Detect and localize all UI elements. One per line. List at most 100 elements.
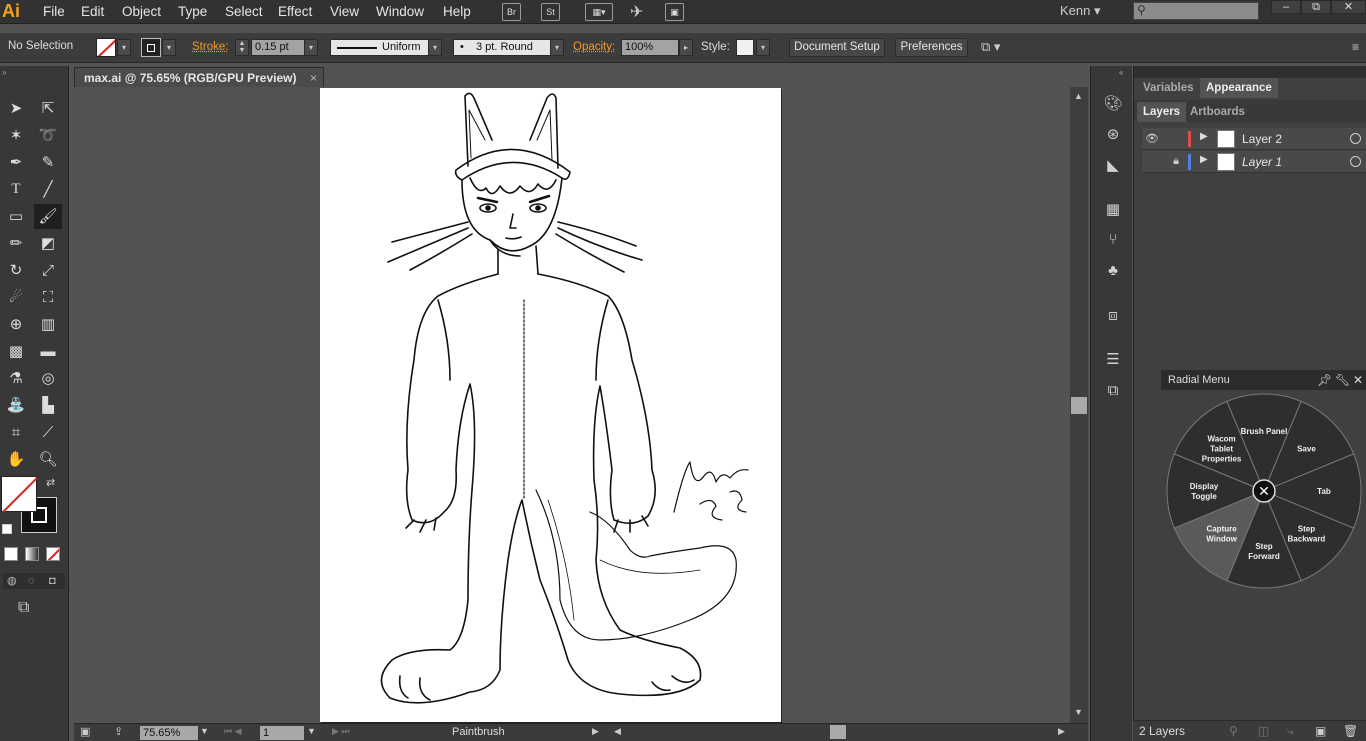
menu-select[interactable]: Select bbox=[225, 0, 263, 24]
lasso-tool-icon[interactable]: ➰ bbox=[34, 123, 62, 148]
color-guide-icon[interactable]: ⊛ bbox=[1102, 124, 1124, 146]
opacity-field[interactable]: 100% bbox=[621, 39, 679, 56]
layer-row-layer-2[interactable]: 👁 ▶ Layer 2 bbox=[1142, 128, 1366, 150]
layer-row-layer-1[interactable]: 🔒︎ ▶ Layer 1 bbox=[1142, 151, 1366, 173]
swatches-icon[interactable]: ▦ bbox=[1102, 199, 1124, 221]
menu-edit[interactable]: Edit bbox=[81, 0, 104, 24]
scale-tool-icon[interactable]: ⤢ bbox=[34, 258, 62, 283]
opacity-label[interactable]: Opacity: bbox=[573, 41, 615, 53]
menu-file[interactable]: File bbox=[43, 0, 65, 24]
close-document-icon[interactable]: × bbox=[310, 68, 317, 88]
artboard[interactable] bbox=[320, 88, 781, 722]
eyedropper-tool-icon[interactable]: ⚗ bbox=[2, 366, 30, 391]
zoom-field[interactable]: 75.65% bbox=[140, 726, 198, 740]
fill-color-box[interactable] bbox=[1, 476, 38, 513]
pin-icon[interactable]: 📌︎ bbox=[1317, 370, 1332, 390]
column-graph-tool-icon[interactable]: ▙ bbox=[34, 393, 62, 418]
panel-menu-icon[interactable]: ≡ bbox=[1352, 40, 1359, 54]
menu-help[interactable]: Help bbox=[443, 0, 471, 24]
gpu-icon[interactable]: ▣ bbox=[80, 725, 90, 738]
bridge-button[interactable]: Br bbox=[502, 3, 521, 21]
locate-object-icon[interactable]: ⚲ bbox=[1229, 721, 1238, 741]
draw-inside-icon[interactable]: ◘ bbox=[49, 573, 56, 589]
screen-mode-icon[interactable]: ⧉ bbox=[18, 599, 29, 617]
gradient-panel-icon[interactable]: ◣ bbox=[1102, 155, 1124, 177]
new-layer-icon[interactable]: ▣ bbox=[1315, 721, 1326, 741]
line-segment-tool-icon[interactable]: ╱ bbox=[34, 177, 62, 202]
stroke-weight-field[interactable]: 0.15 pt bbox=[251, 39, 305, 56]
radial-close-icon[interactable]: ✕ bbox=[1258, 484, 1270, 500]
share-icon[interactable]: ⇪ bbox=[114, 725, 123, 738]
new-sublayer-icon[interactable]: ⤷ bbox=[1287, 721, 1294, 741]
settings-wrench-icon[interactable]: 🔧︎ bbox=[1335, 370, 1350, 390]
direct-selection-tool-icon[interactable]: ⇱ bbox=[34, 96, 62, 121]
help-search-input[interactable]: ⚲ bbox=[1133, 2, 1259, 20]
visibility-eye-icon[interactable]: 👁 bbox=[1145, 132, 1159, 145]
gpu-performance-icon[interactable]: ✈ bbox=[630, 2, 643, 22]
draw-normal-icon[interactable]: ◍ bbox=[7, 573, 17, 589]
document-tab[interactable]: max.ai @ 75.65% (RGB/GPU Preview) × bbox=[74, 67, 324, 88]
close-radial-icon[interactable]: ✕ bbox=[1353, 370, 1363, 390]
stroke-swatch[interactable] bbox=[141, 38, 161, 57]
rotate-tool-icon[interactable]: ↻ bbox=[2, 258, 30, 283]
horizontal-scroll-thumb[interactable] bbox=[830, 725, 846, 739]
graphic-style-swatch[interactable] bbox=[736, 39, 754, 56]
document-setup-button[interactable]: Document Setup bbox=[789, 38, 885, 57]
delete-layer-icon[interactable]: 🗑︎ bbox=[1343, 721, 1358, 741]
tab-appearance[interactable]: Appearance bbox=[1200, 78, 1278, 98]
curvature-tool-icon[interactable]: ✎ bbox=[34, 150, 62, 175]
tab-layers[interactable]: Layers bbox=[1137, 102, 1187, 122]
mesh-tool-icon[interactable]: ▩ bbox=[2, 339, 30, 364]
arrange-icon[interactable]: ⧉ ▾ bbox=[981, 39, 1000, 55]
none-mode-icon[interactable] bbox=[46, 547, 60, 561]
minimize-button[interactable]: – bbox=[1271, 0, 1301, 14]
perspective-grid-tool-icon[interactable]: ▥ bbox=[34, 312, 62, 337]
swap-fill-stroke-icon[interactable]: ⇄ bbox=[46, 476, 55, 489]
drawing-modes[interactable]: ◍ ◌ ◘ bbox=[3, 573, 65, 589]
expand-layer-icon[interactable]: ▶ bbox=[1200, 154, 1208, 165]
profile-dropdown[interactable]: ▾ bbox=[428, 39, 442, 56]
scroll-left-icon[interactable]: ◀ bbox=[614, 726, 621, 737]
menu-object[interactable]: Object bbox=[122, 0, 161, 24]
vertical-scroll-thumb[interactable] bbox=[1071, 397, 1087, 414]
next-artboard-icon[interactable]: ▶ ⏭ bbox=[332, 726, 350, 737]
selection-tool-icon[interactable]: ➤ bbox=[2, 96, 30, 121]
draw-behind-icon[interactable]: ◌ bbox=[28, 573, 35, 589]
workspace-switch-icon[interactable]: ▣ bbox=[665, 3, 684, 21]
clipping-mask-icon[interactable]: ◫ bbox=[1258, 721, 1269, 741]
artboard-tool-icon[interactable]: ⌗ bbox=[2, 420, 30, 445]
stroke-weight-dropdown[interactable]: ▾ bbox=[304, 39, 318, 56]
symbols-icon[interactable]: ♣ bbox=[1102, 260, 1124, 282]
blend-tool-icon[interactable]: ◎ bbox=[34, 366, 62, 391]
rectangle-tool-icon[interactable]: ▭ bbox=[2, 204, 30, 229]
arrange-documents-icon[interactable]: ▦▾ bbox=[585, 3, 613, 21]
menu-effect[interactable]: Effect bbox=[278, 0, 312, 24]
pathfinder-icon[interactable]: ⧉ bbox=[1102, 380, 1124, 402]
stock-button[interactable]: St bbox=[541, 3, 560, 21]
scroll-right-icon[interactable]: ▶ bbox=[1058, 726, 1065, 737]
zoom-tool-icon[interactable]: 🔍︎ bbox=[34, 447, 62, 472]
tab-artboards[interactable]: Artboards bbox=[1184, 102, 1251, 122]
collapse-dock-icon[interactable]: « bbox=[1119, 68, 1123, 77]
zoom-dropdown-icon[interactable]: ▼ bbox=[200, 726, 209, 736]
paintbrush-tool-icon[interactable]: 🖌 bbox=[34, 204, 62, 229]
scroll-down-icon[interactable]: ▼ bbox=[1074, 707, 1083, 717]
type-tool-icon[interactable]: T bbox=[2, 177, 30, 202]
symbol-sprayer-tool-icon[interactable]: ⛲ bbox=[2, 393, 30, 418]
gradient-mode-icon[interactable] bbox=[25, 547, 39, 561]
shape-builder-tool-icon[interactable]: ⊕ bbox=[2, 312, 30, 337]
user-account[interactable]: Kenn ▾ bbox=[1060, 0, 1101, 22]
color-panel-icon[interactable]: 🎨︎ bbox=[1102, 93, 1124, 115]
stroke-weight-stepper[interactable]: ▲ ▼ bbox=[235, 39, 249, 56]
menu-view[interactable]: View bbox=[330, 0, 359, 24]
menu-type[interactable]: Type bbox=[178, 0, 207, 24]
stroke-label[interactable]: Stroke: bbox=[192, 41, 228, 53]
pencil-tool-icon[interactable]: ✏ bbox=[2, 231, 30, 256]
hand-tool-icon[interactable]: ✋ bbox=[2, 447, 30, 472]
expand-layer-icon[interactable]: ▶ bbox=[1200, 131, 1208, 142]
brush-definition[interactable]: • 3 pt. Round bbox=[453, 39, 551, 56]
radial-menu[interactable]: Brush PanelSaveTabStepBackwardStepForwar… bbox=[1165, 392, 1363, 590]
layer-name[interactable]: Layer 1 bbox=[1242, 155, 1282, 169]
artboard-number-field[interactable]: 1 bbox=[260, 726, 304, 740]
magic-wand-tool-icon[interactable]: ✶ bbox=[2, 123, 30, 148]
